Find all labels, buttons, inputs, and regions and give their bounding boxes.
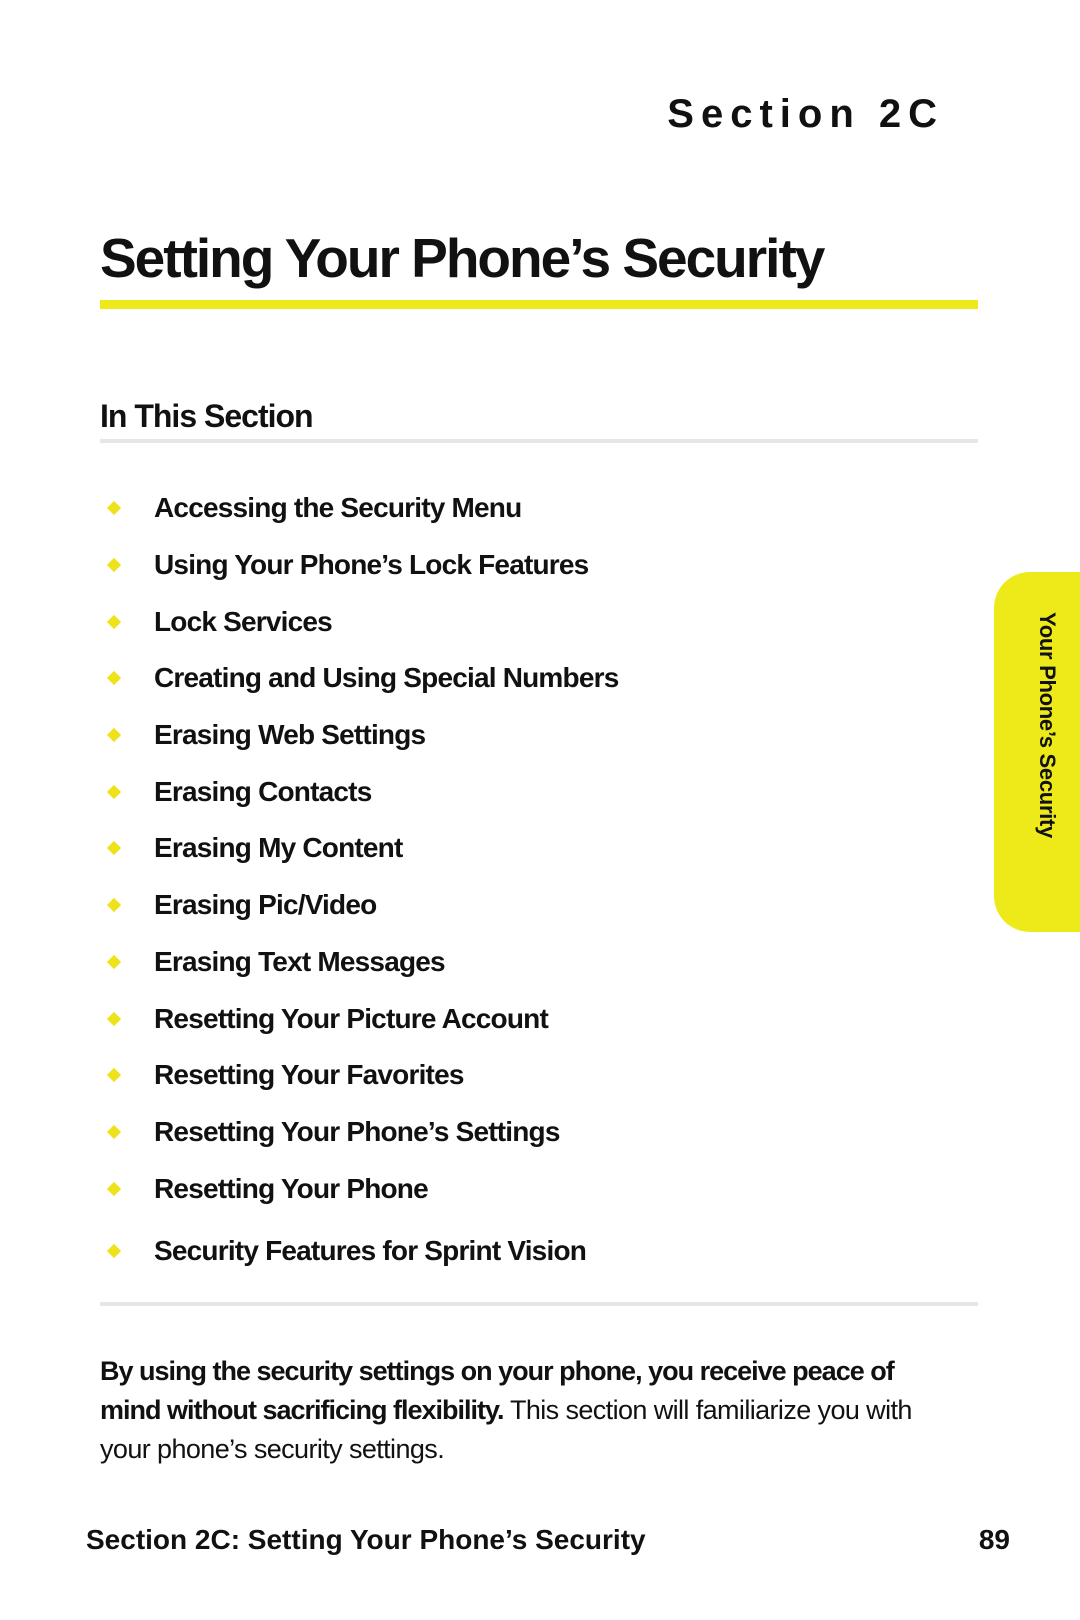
list-item-label: Resetting Your Favorites [154,1059,464,1091]
list-item[interactable]: Resetting Your Phone’s Settings [100,1104,618,1161]
section-contents-list: Accessing the Security Menu Using Your P… [100,480,619,1280]
list-item[interactable]: Erasing Web Settings [100,707,618,764]
diamond-bullet-icon [106,1011,122,1026]
list-item[interactable]: Erasing Contacts [100,763,618,820]
list-item-label: Accessing the Security Menu [154,492,522,524]
list-item-label: Resetting Your Phone’s Settings [154,1115,560,1147]
section-label: Section 2C [667,92,944,136]
list-item[interactable]: Accessing the Security Menu [100,480,618,537]
list-item-label: Erasing My Content [154,832,403,864]
diamond-bullet-icon [106,784,122,799]
list-item-label: Security Features for Sprint Vision [154,1235,587,1267]
page-title: Setting Your Phone’s Security [100,227,825,289]
list-item-label: Erasing Text Messages [154,945,446,977]
diamond-bullet-icon [106,898,122,913]
section-bottom-divider [100,1302,978,1306]
list-item[interactable]: Resetting Your Picture Account [100,990,618,1047]
intro-paragraph: By using the security settings on your p… [100,1352,960,1469]
list-item-label: Resetting Your Phone [154,1172,429,1204]
diamond-bullet-icon [106,1244,122,1259]
diamond-bullet-icon [106,1124,122,1139]
list-item[interactable]: Creating and Using Special Numbers [100,650,619,707]
diamond-bullet-icon [106,954,122,969]
list-item[interactable]: Resetting Your Phone [100,1160,618,1217]
page-number: 89 [978,1524,1010,1555]
list-item[interactable]: Lock Services [100,593,618,650]
list-item-label: Erasing Pic/Video [154,889,377,921]
diamond-bullet-icon [106,1068,122,1083]
list-item[interactable]: Resetting Your Favorites [100,1047,618,1104]
diamond-bullet-icon [106,841,122,856]
footer-title: Section 2C: Setting Your Phone’s Securit… [86,1524,646,1555]
diamond-bullet-icon [106,728,122,743]
list-item[interactable]: Erasing Pic/Video [100,877,618,934]
diamond-bullet-icon [106,557,122,573]
list-item-label: Creating and Using Special Numbers [154,662,619,694]
in-this-section-heading: In This Section [100,398,314,434]
list-item-label: Lock Services [154,605,333,637]
title-underline [100,300,978,309]
list-item-label: Resetting Your Picture Account [154,1002,549,1034]
diamond-bullet-icon [106,1181,122,1196]
list-item[interactable]: Erasing Text Messages [100,934,618,991]
list-item-label: Erasing Web Settings [154,719,426,751]
list-item-label: Erasing Contacts [154,775,372,807]
list-item-label: Using Your Phone’s Lock Features [154,549,589,581]
diamond-bullet-icon [106,501,122,516]
diamond-bullet-icon [106,614,122,629]
list-item[interactable]: Erasing My Content [100,820,618,877]
section-top-divider [100,439,978,443]
diamond-bullet-icon [106,671,122,686]
list-item[interactable]: Using Your Phone’s Lock Features [100,537,618,594]
side-tab-label: Your Phone’s Security [1035,612,1060,838]
list-item[interactable]: Security Features for Sprint Vision [100,1223,618,1280]
